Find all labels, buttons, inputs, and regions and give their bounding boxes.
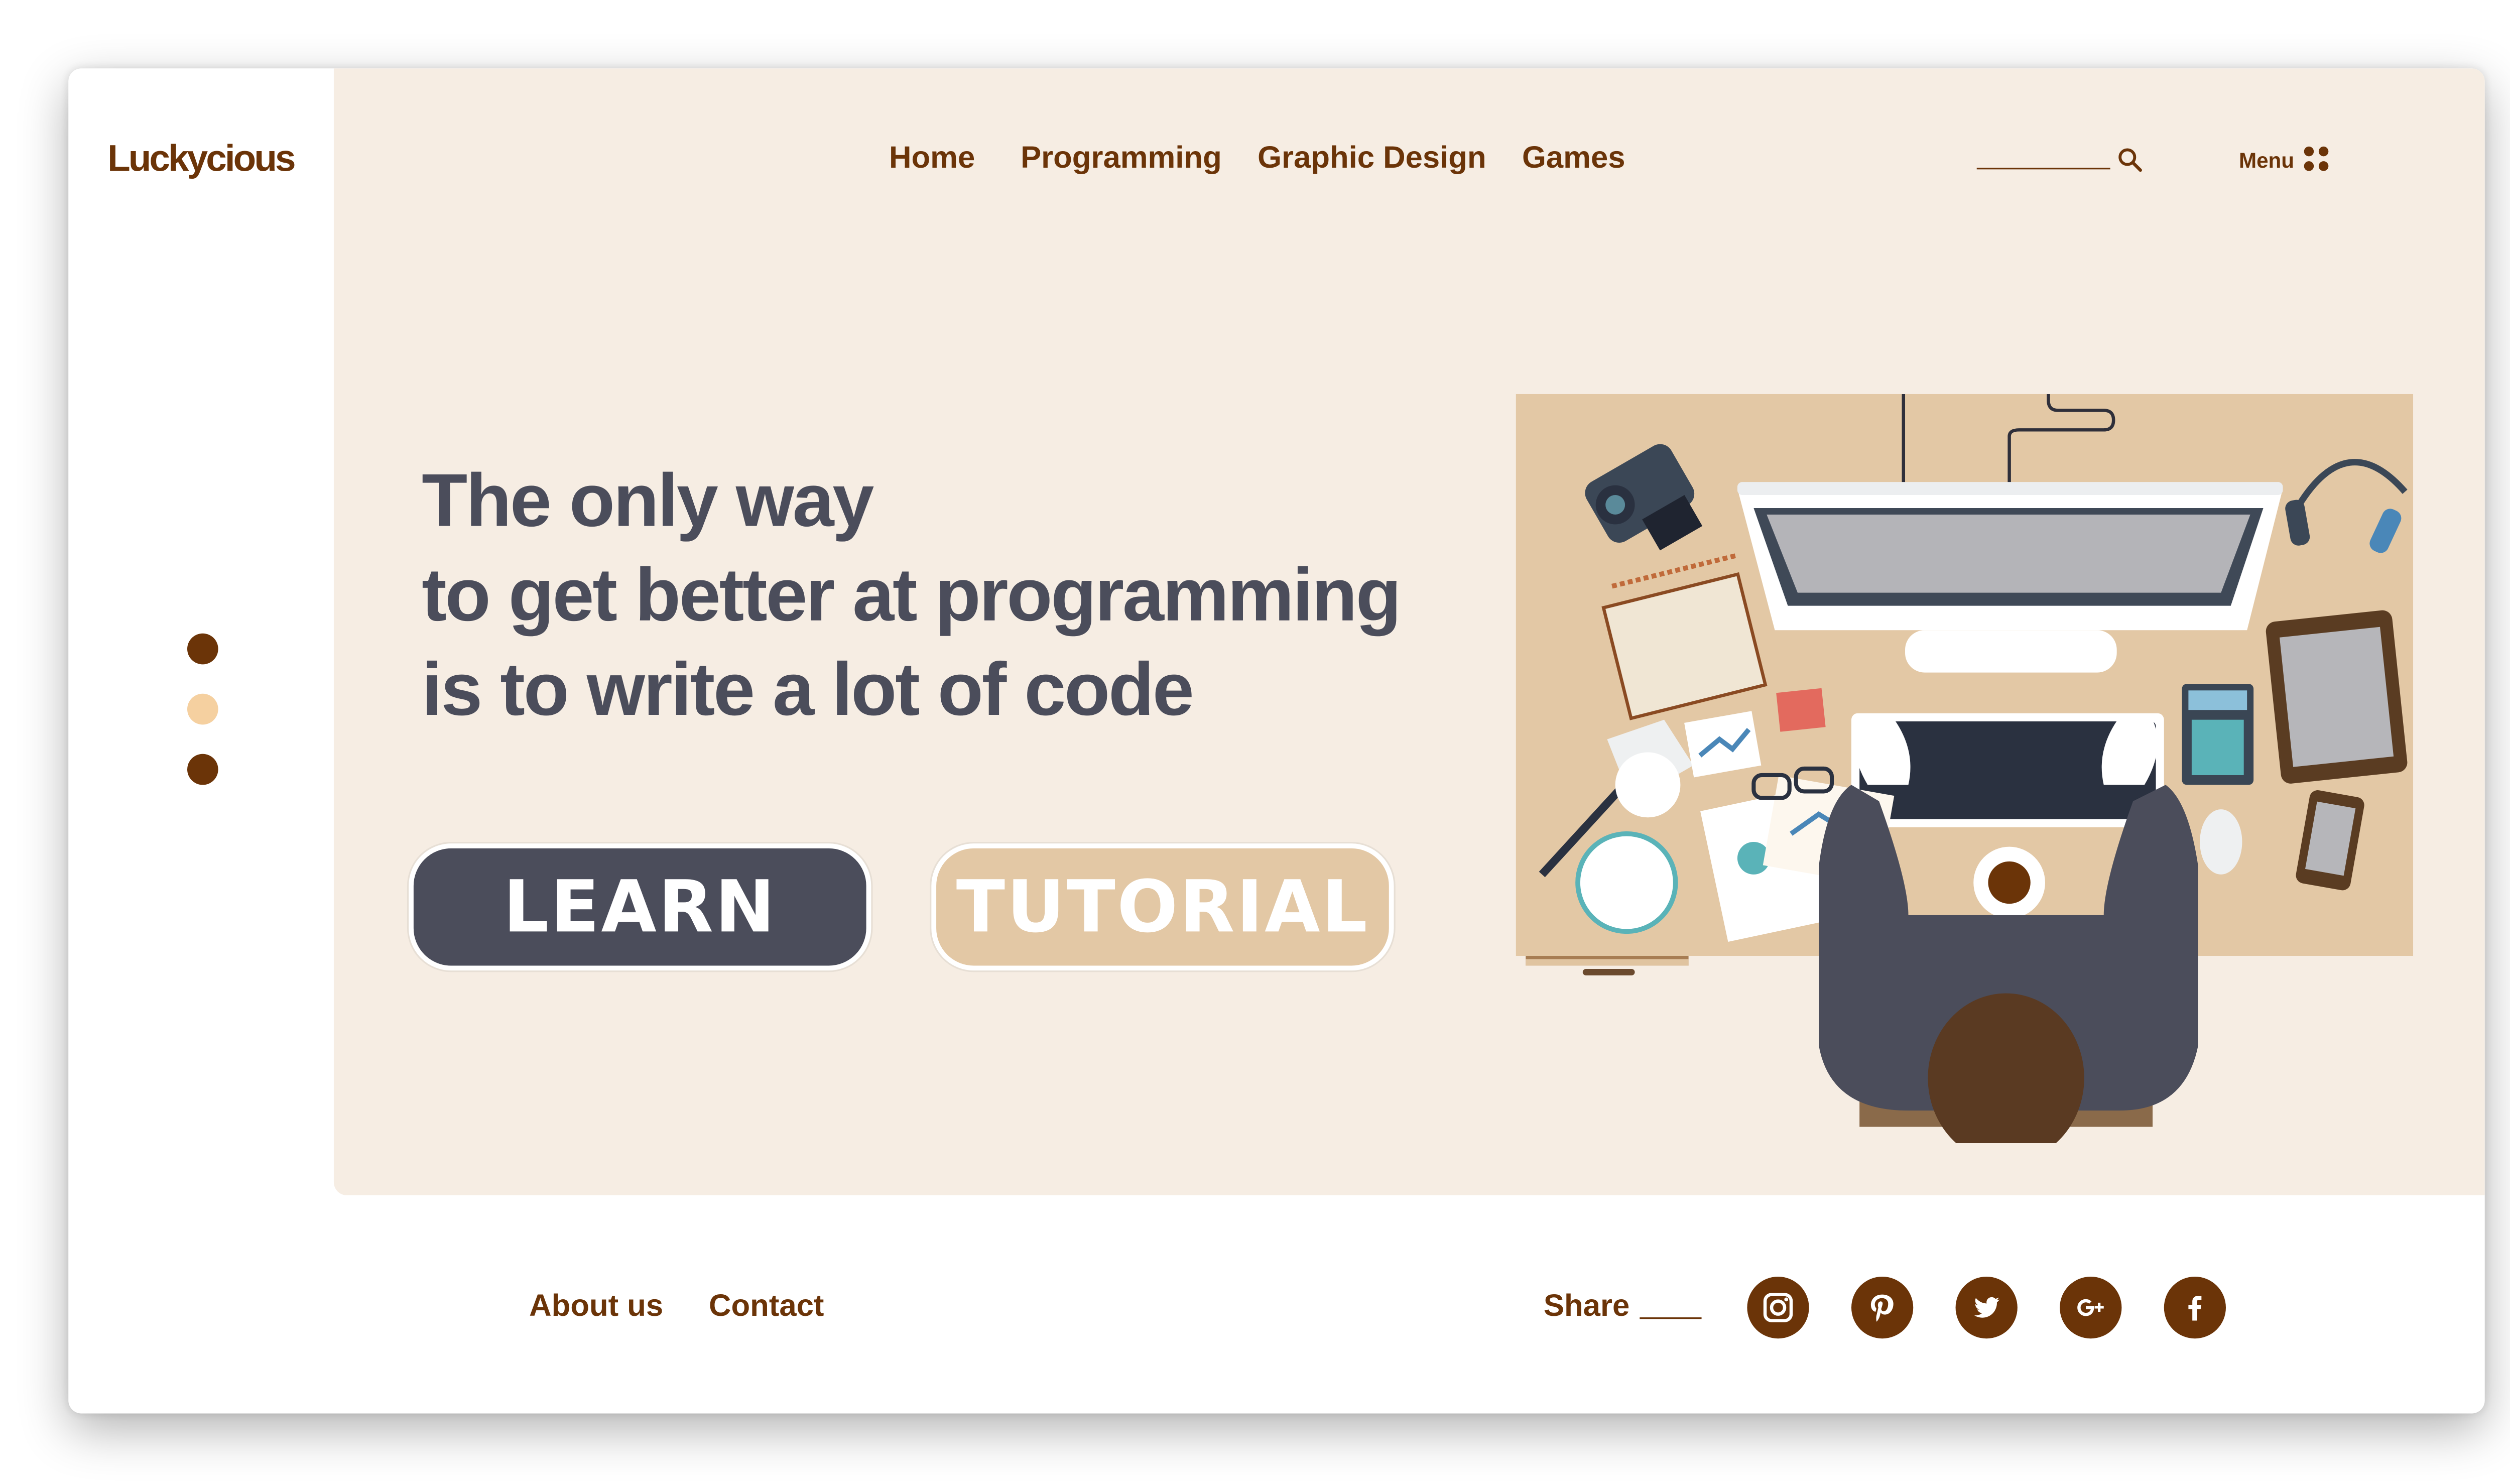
headline-line-2: to get better at programming (422, 552, 1402, 637)
pinterest-button[interactable] (1851, 1276, 1914, 1339)
tablet (2266, 610, 2408, 784)
contact-link[interactable]: Contact (709, 1290, 824, 1325)
slider-dot-1[interactable] (187, 633, 218, 665)
main-nav: Home Programming Graphic Design Games (889, 142, 1625, 177)
twitter-button[interactable] (1955, 1276, 2018, 1339)
calculator (2182, 684, 2254, 785)
landing-page-card: Luckycious Home Programming Graphic Desi… (68, 68, 2485, 1414)
menu-button[interactable]: Menu (2238, 146, 2330, 173)
google-plus-button[interactable] (2060, 1276, 2122, 1339)
hero-headline: The only way to get better at programmin… (422, 453, 1402, 736)
pinterest-icon (1870, 1294, 1894, 1322)
headline-line-1: The only way (422, 457, 874, 543)
grid-dots-icon (2304, 146, 2330, 173)
menu-label: Menu (2238, 147, 2295, 172)
nav-item-games[interactable]: Games (1522, 142, 1625, 177)
share-section: Share (1544, 1290, 1701, 1325)
tutorial-button[interactable]: TUTORIAL (931, 843, 1394, 971)
social-buttons (1747, 1276, 2226, 1339)
search-input-underline[interactable] (1976, 167, 2110, 170)
nav-item-home[interactable]: Home (889, 142, 975, 177)
slider-dot-2[interactable] (187, 693, 218, 725)
nav-item-graphic-design[interactable]: Graphic Design (1258, 142, 1486, 177)
about-us-link[interactable]: About us (529, 1290, 663, 1325)
headline-line-3: is to write a lot of code (422, 646, 1194, 731)
slider-indicator (187, 633, 218, 785)
share-divider (1639, 1316, 1701, 1319)
search-icon[interactable] (2117, 147, 2143, 173)
facebook-button[interactable] (2164, 1276, 2226, 1339)
share-label: Share (1543, 1289, 1630, 1324)
nav-item-programming[interactable]: Programming (1021, 142, 1222, 177)
search-field[interactable] (1976, 143, 2146, 173)
instagram-icon (1763, 1293, 1793, 1322)
learn-button[interactable]: LEARN (409, 843, 871, 971)
twitter-icon (1974, 1297, 2000, 1318)
brand-logo[interactable]: Luckycious (107, 137, 296, 181)
google-plus-icon (2077, 1299, 2104, 1316)
instagram-button[interactable] (1747, 1276, 1809, 1339)
footer-links: About us Contact (529, 1290, 824, 1325)
workspace-illustration (1516, 394, 2414, 1144)
page: Luckycious Home Programming Graphic Desi… (0, 0, 2510, 1482)
slider-dot-3[interactable] (187, 754, 218, 785)
facebook-icon (2188, 1296, 2202, 1321)
